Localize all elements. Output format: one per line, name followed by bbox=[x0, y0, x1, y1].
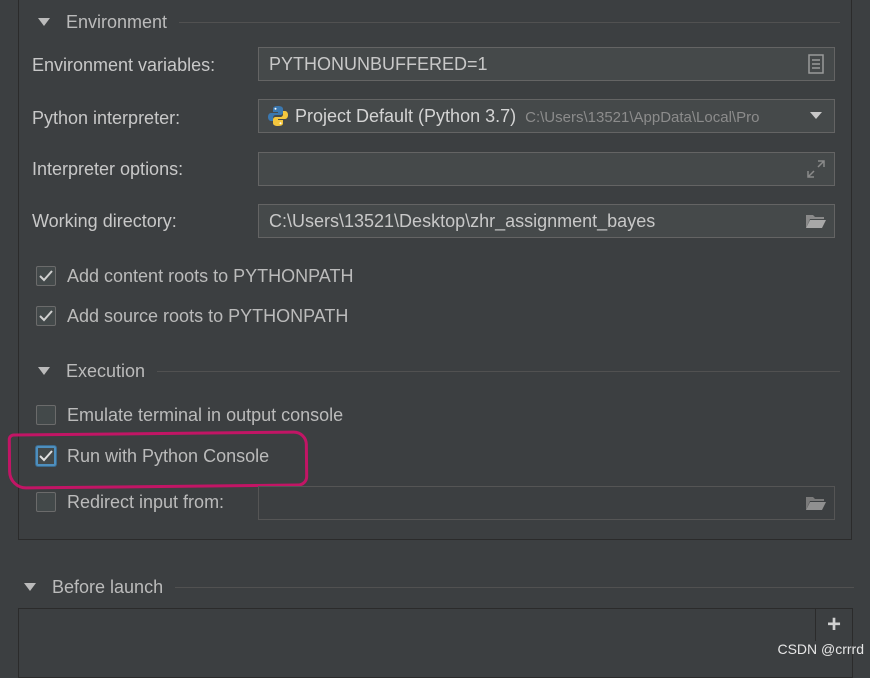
collapse-triangle-icon[interactable] bbox=[38, 367, 50, 375]
env-vars-label: Environment variables: bbox=[32, 55, 216, 75]
interpreter-name: Project Default (Python 3.7) bbox=[295, 105, 517, 126]
interp-options-label: Interpreter options: bbox=[32, 159, 184, 179]
interpreter-select[interactable]: Project Default (Python 3.7) C:\Users\13… bbox=[258, 99, 835, 133]
section-divider bbox=[157, 370, 840, 372]
emulate-terminal-option[interactable]: Emulate terminal in output console bbox=[36, 401, 343, 429]
interpreter-label: Python interpreter: bbox=[32, 108, 181, 128]
plus-icon: + bbox=[826, 611, 841, 638]
folder-icon[interactable] bbox=[802, 213, 830, 229]
redirect-input-checkbox[interactable] bbox=[36, 492, 56, 512]
section-divider bbox=[179, 21, 840, 23]
collapse-triangle-icon[interactable] bbox=[38, 18, 50, 26]
chevron-down-icon[interactable] bbox=[802, 112, 830, 120]
collapse-triangle-icon[interactable] bbox=[24, 583, 36, 591]
source-roots-checkbox[interactable] bbox=[36, 306, 56, 326]
workdir-field[interactable]: C:\Users\13521\Desktop\zhr_assignment_ba… bbox=[258, 204, 835, 238]
document-icon[interactable] bbox=[802, 54, 830, 74]
environment-section-header[interactable]: Environment bbox=[38, 9, 840, 35]
before-launch-section-header[interactable]: Before launch bbox=[24, 574, 854, 600]
workdir-value: C:\Users\13521\Desktop\zhr_assignment_ba… bbox=[269, 210, 656, 231]
python-logo-icon bbox=[267, 105, 289, 127]
redirect-input-label: Redirect input from: bbox=[67, 491, 225, 512]
add-task-button[interactable]: + bbox=[815, 609, 852, 641]
section-divider bbox=[175, 586, 854, 588]
interp-options-field[interactable] bbox=[258, 152, 835, 186]
watermark: CSDN @crrrd bbox=[777, 641, 864, 657]
content-roots-checkbox[interactable] bbox=[36, 266, 56, 286]
emulate-terminal-checkbox[interactable] bbox=[36, 405, 56, 425]
source-roots-label: Add source roots to PYTHONPATH bbox=[67, 305, 349, 326]
environment-section-title: Environment bbox=[66, 11, 168, 32]
env-vars-field[interactable]: PYTHONUNBUFFERED=1 bbox=[258, 47, 835, 81]
before-launch-title: Before launch bbox=[52, 576, 164, 597]
env-vars-value: PYTHONUNBUFFERED=1 bbox=[269, 53, 488, 74]
redirect-input-option[interactable]: Redirect input from: bbox=[36, 488, 224, 516]
emulate-terminal-label: Emulate terminal in output console bbox=[67, 404, 344, 425]
folder-icon bbox=[802, 495, 830, 511]
before-launch-list[interactable]: + bbox=[18, 608, 853, 678]
workdir-label: Working directory: bbox=[32, 211, 177, 231]
content-roots-label: Add content roots to PYTHONPATH bbox=[67, 265, 354, 286]
expand-icon[interactable] bbox=[802, 160, 830, 178]
interpreter-value: Project Default (Python 3.7) C:\Users\13… bbox=[295, 106, 802, 127]
content-roots-option[interactable]: Add content roots to PYTHONPATH bbox=[36, 262, 353, 290]
interpreter-path: C:\Users\13521\AppData\Local\Pro bbox=[525, 108, 760, 126]
source-roots-option[interactable]: Add source roots to PYTHONPATH bbox=[36, 302, 348, 330]
annotation-highlight bbox=[7, 430, 309, 490]
execution-section-title: Execution bbox=[66, 360, 146, 381]
redirect-input-field bbox=[258, 486, 835, 520]
execution-section-header[interactable]: Execution bbox=[38, 358, 840, 384]
